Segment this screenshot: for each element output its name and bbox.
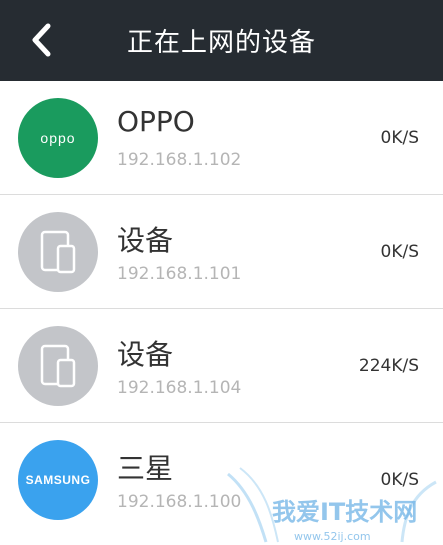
device-row[interactable]: SAMSUNG 三星 192.168.1.100 0K/S: [0, 423, 443, 536]
device-name: 设备: [117, 338, 174, 371]
tablet-phone-icon: [18, 326, 98, 406]
device-speed: 0K/S: [380, 242, 419, 262]
device-row[interactable]: oppo OPPO 192.168.1.102 0K/S: [0, 81, 443, 195]
samsung-logo-text: SAMSUNG: [25, 473, 91, 487]
oppo-logo-icon: oppo: [18, 98, 98, 178]
device-name: 设备: [117, 224, 174, 257]
page-title: 正在上网的设备: [126, 28, 316, 58]
device-list: oppo OPPO 192.168.1.102 0K/S 设备 192.168.…: [0, 81, 443, 536]
device-row[interactable]: 设备 192.168.1.101 0K/S: [0, 195, 443, 309]
tablet-phone-icon: [18, 212, 98, 292]
device-speed: 224K/S: [358, 356, 419, 376]
oppo-logo-text: oppo: [40, 130, 76, 146]
device-ip: 192.168.1.101: [117, 264, 242, 284]
app-header: 正在上网的设备: [0, 0, 443, 81]
device-row[interactable]: 设备 192.168.1.104 224K/S: [0, 309, 443, 423]
device-speed: 0K/S: [380, 128, 419, 148]
device-ip: 192.168.1.104: [117, 378, 242, 398]
device-name: OPPO: [117, 105, 195, 138]
samsung-logo-icon: SAMSUNG: [18, 440, 98, 520]
device-ip: 192.168.1.102: [117, 150, 242, 170]
device-speed: 0K/S: [380, 470, 419, 490]
device-ip: 192.168.1.100: [117, 492, 242, 512]
device-name: 三星: [117, 452, 174, 485]
